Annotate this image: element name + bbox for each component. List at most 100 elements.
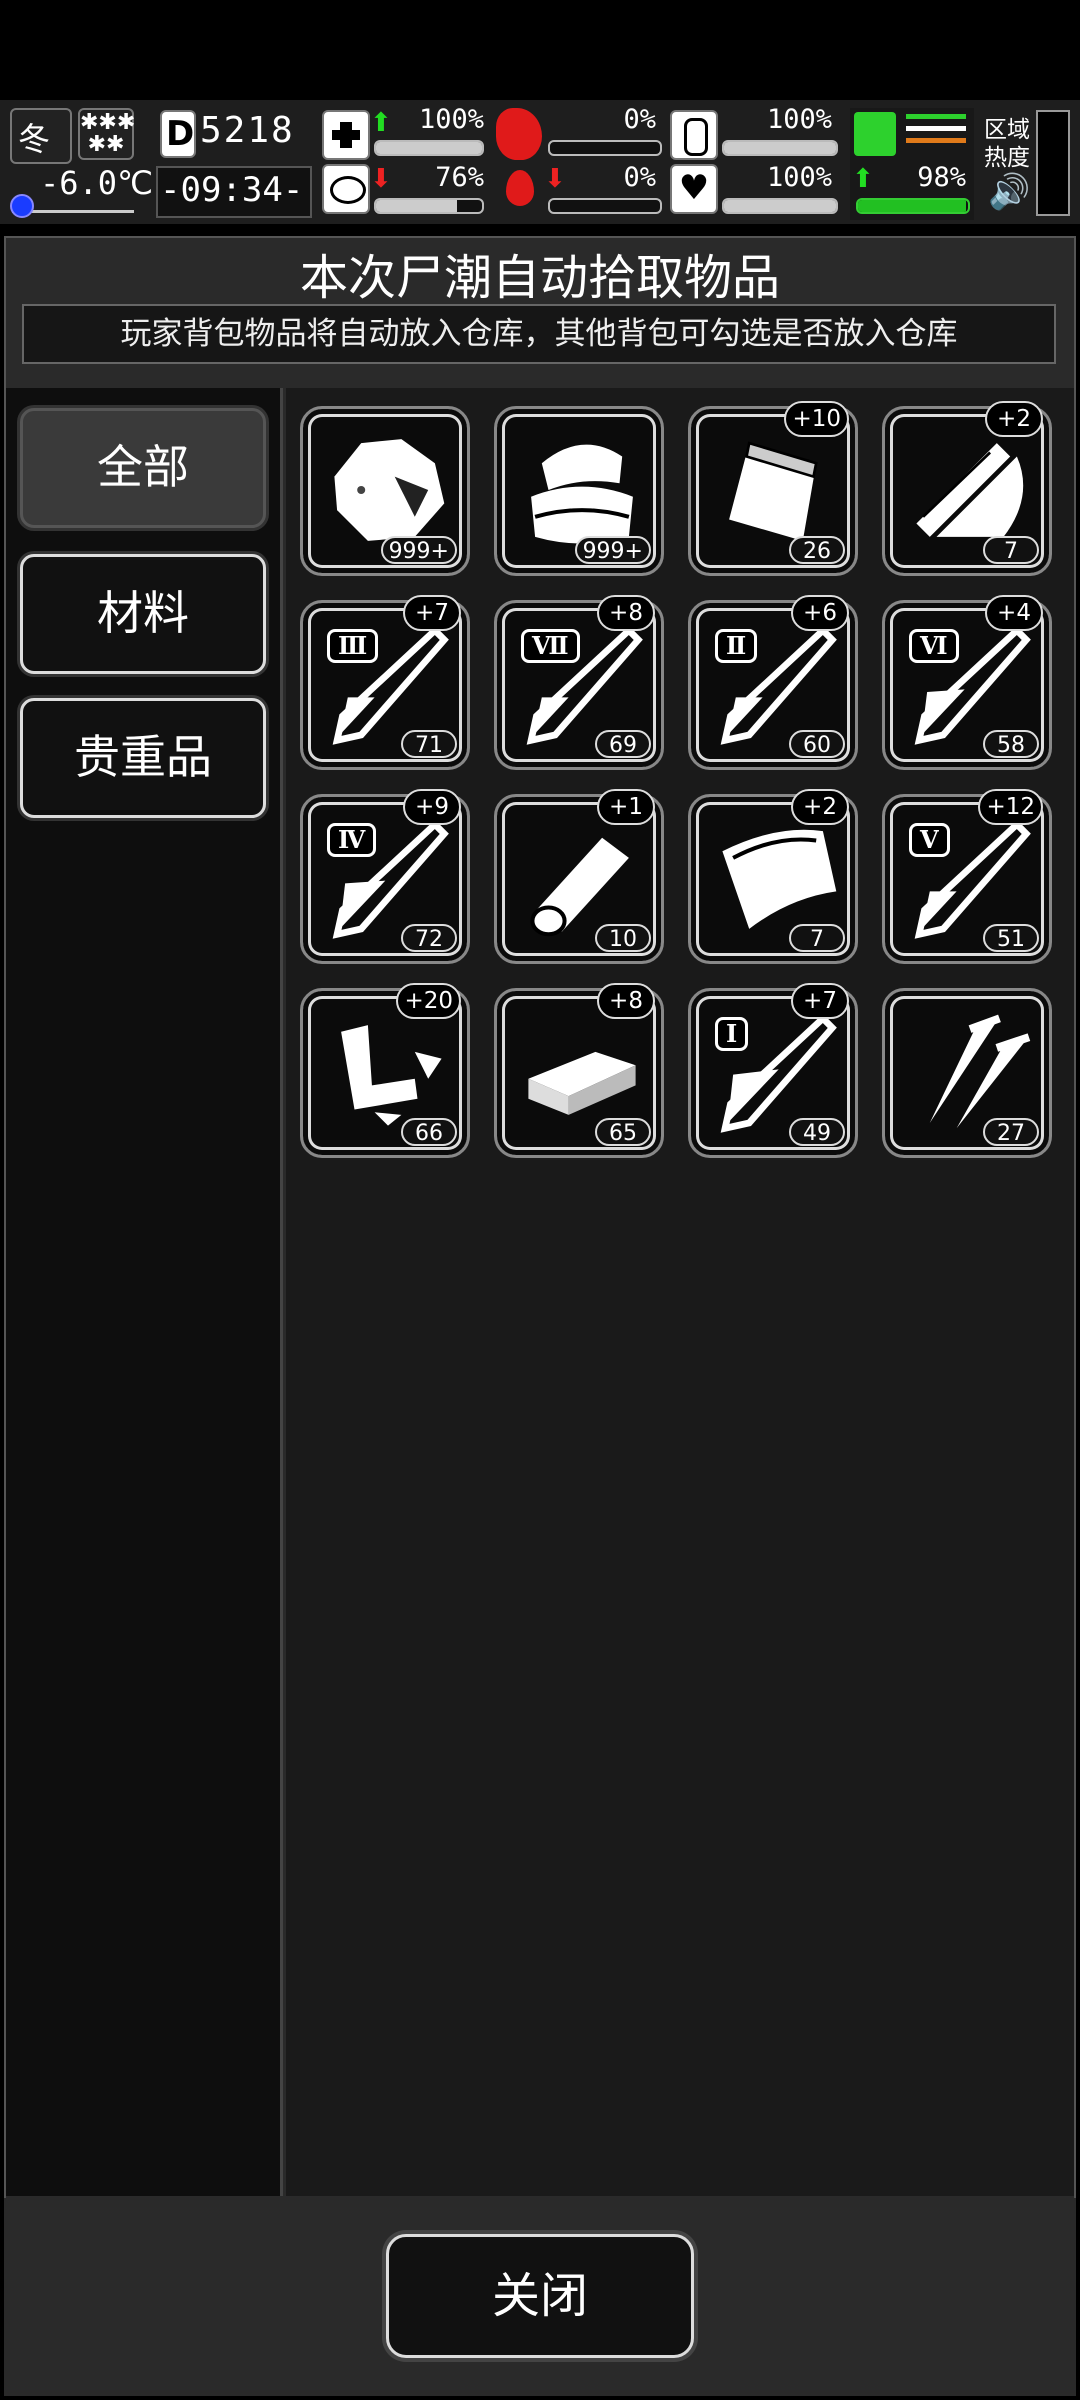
item-slot-serum-5[interactable]: Ⅴ +12 51 xyxy=(882,789,1052,964)
dialog-subtitle: 玩家背包物品将自动放入仓库，其他背包可勾选是否放入仓库 xyxy=(22,304,1056,364)
blood-percent: 0% xyxy=(623,162,656,193)
item-count: 10 xyxy=(595,924,651,952)
category-sidebar: 全部 材料 贵重品 xyxy=(6,388,283,2196)
item-grid: 999+ 999+ +10 26 +2 7 Ⅲ +7 71 Ⅶ +8 69 Ⅱ … xyxy=(286,388,1074,2196)
brain-icon xyxy=(322,164,370,214)
item-bonus: +9 xyxy=(403,789,461,825)
item-bonus: +10 xyxy=(784,401,849,437)
zone-heat-label: 区域热度 xyxy=(984,117,1030,171)
close-button-label: 关闭 xyxy=(491,2268,588,2324)
item-bonus: +8 xyxy=(597,595,655,631)
tab-label: 贵重品 xyxy=(74,730,212,784)
speaker-icon[interactable]: 🔊 xyxy=(988,172,1030,212)
item-bonus: +4 xyxy=(985,595,1043,631)
item-slot-nails[interactable]: 27 xyxy=(882,988,1052,1158)
item-slot-serum-1[interactable]: Ⅰ +7 49 xyxy=(688,983,858,1158)
item-slot-serum-6[interactable]: Ⅵ +4 58 xyxy=(882,595,1052,770)
season-label: 冬 xyxy=(18,120,51,158)
item-slot-brick[interactable]: +8 65 xyxy=(494,983,664,1158)
stomach-bar xyxy=(548,140,662,156)
item-slot-scrap-metal[interactable]: +20 66 xyxy=(300,983,470,1158)
clock-readout: -09:34- xyxy=(160,170,304,210)
leg-percent: 98% xyxy=(917,162,966,193)
status-hud: 冬 ✱✱✱ ✱✱ -6.0℃ D 5218 -09:34- ⬆ 100% 0% 1… xyxy=(0,100,1080,224)
item-bonus: +20 xyxy=(396,983,461,1019)
item-count: 69 xyxy=(595,730,651,758)
close-button[interactable]: 关闭 xyxy=(386,2234,694,2358)
item-count: 49 xyxy=(789,1118,845,1146)
sanity-percent: 76% xyxy=(435,162,484,193)
item-slot-leather[interactable]: +2 7 xyxy=(688,789,858,964)
grade-badge: Ⅱ xyxy=(715,629,758,663)
grade-badge: Ⅳ xyxy=(327,823,377,857)
item-slot-cloth[interactable]: 999+ xyxy=(494,406,664,576)
day-prefix-box: D xyxy=(160,110,196,158)
heart-percent: 100% xyxy=(766,162,832,193)
tab-label: 全部 xyxy=(97,440,189,494)
tab-all[interactable]: 全部 xyxy=(20,408,266,528)
stomach-percent: 0% xyxy=(623,104,656,135)
leg-status-lines-icon xyxy=(906,114,966,154)
item-slot-serum-4[interactable]: Ⅳ +9 72 xyxy=(300,789,470,964)
tab-valuables[interactable]: 贵重品 xyxy=(20,698,266,818)
item-bonus: +7 xyxy=(403,595,461,631)
item-slot-serum-2[interactable]: Ⅱ +6 60 xyxy=(688,595,858,770)
item-slot-plastic-bag[interactable]: +10 26 xyxy=(688,401,858,576)
health-bar xyxy=(374,140,484,156)
stomach-icon xyxy=(496,108,542,160)
item-slot-serum-3[interactable]: Ⅲ +7 71 xyxy=(300,595,470,770)
item-count: 7 xyxy=(789,924,845,952)
leg-up-arrow-icon: ⬆ xyxy=(852,164,874,194)
thirst-bar xyxy=(722,140,838,156)
zone-heat-meter xyxy=(1036,110,1070,216)
item-count: 51 xyxy=(983,924,1039,952)
item-count: 60 xyxy=(789,730,845,758)
tab-label: 材料 xyxy=(97,586,189,640)
item-slot-ore[interactable]: 999+ xyxy=(300,406,470,576)
thirst-percent: 100% xyxy=(766,104,832,135)
item-count: 7 xyxy=(983,536,1039,564)
sanity-bar xyxy=(374,198,484,214)
item-count: 71 xyxy=(401,730,457,758)
item-count: 72 xyxy=(401,924,457,952)
blood-bar xyxy=(548,198,662,214)
grade-badge: Ⅰ xyxy=(715,1017,749,1051)
item-bonus: +8 xyxy=(597,983,655,1019)
health-percent: 100% xyxy=(418,104,484,135)
day-counter: 5218 xyxy=(200,110,295,151)
temperature-indicator-icon xyxy=(10,194,34,218)
season-box: 冬 xyxy=(10,108,72,164)
item-count: 999+ xyxy=(380,536,457,564)
item-bonus: +6 xyxy=(791,595,849,631)
item-count: 58 xyxy=(983,730,1039,758)
blood-drop-icon xyxy=(506,170,534,206)
temperature-readout: -6.0℃ xyxy=(40,164,153,202)
heart-icon: ♥ xyxy=(670,164,718,214)
water-bottle-icon xyxy=(670,110,718,160)
grade-badge: Ⅲ xyxy=(327,629,379,663)
item-count: 999+ xyxy=(574,536,651,564)
item-slot-wood[interactable]: +2 7 xyxy=(882,401,1052,576)
item-bonus: +12 xyxy=(978,789,1043,825)
item-count: 26 xyxy=(789,536,845,564)
item-bonus: +2 xyxy=(985,401,1043,437)
item-bonus: +1 xyxy=(597,789,655,825)
item-bonus: +2 xyxy=(791,789,849,825)
item-bonus: +7 xyxy=(791,983,849,1019)
grade-badge: Ⅵ xyxy=(909,629,959,663)
heart-bar xyxy=(722,198,838,214)
leg-bar xyxy=(856,198,970,214)
item-count: 27 xyxy=(983,1118,1039,1146)
tab-materials[interactable]: 材料 xyxy=(20,554,266,674)
item-slot-bandage[interactable]: +1 10 xyxy=(494,789,664,964)
snow-weather-icon: ✱✱✱ ✱✱ xyxy=(78,108,135,160)
dialog-title: 本次尸潮自动拾取物品 xyxy=(299,250,780,306)
grade-badge: Ⅴ xyxy=(909,823,950,857)
boot-icon xyxy=(854,112,896,156)
medkit-icon xyxy=(322,110,370,160)
item-count: 66 xyxy=(401,1118,457,1146)
day-prefix: D xyxy=(166,114,195,154)
item-count: 65 xyxy=(595,1118,651,1146)
item-slot-serum-7[interactable]: Ⅶ +8 69 xyxy=(494,595,664,770)
grade-badge: Ⅶ xyxy=(521,629,580,663)
